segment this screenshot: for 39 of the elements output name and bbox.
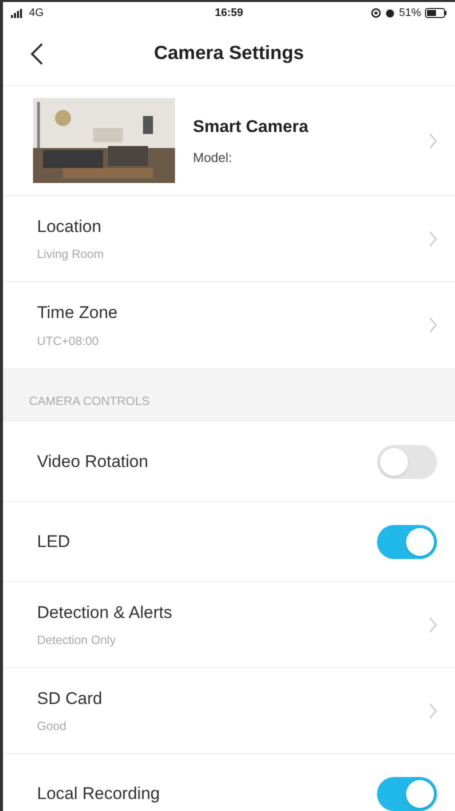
setting-label: Location	[37, 216, 102, 238]
signal-icon	[11, 8, 25, 18]
settings-row[interactable]: Location Living Room	[3, 196, 455, 282]
setting-label: LED	[37, 530, 72, 553]
setting-label: Local Recording	[37, 783, 161, 806]
settings-row[interactable]: Video Rotation	[3, 422, 455, 502]
battery-icon	[424, 8, 447, 18]
chevron-icon	[429, 702, 437, 718]
settings-row[interactable]: LED	[3, 502, 455, 582]
settings-row[interactable]: Detection & Alerts Detection Only	[3, 582, 455, 668]
device-row[interactable]: Smart Camera Model:	[3, 86, 455, 196]
settings-row[interactable]: Local Recording	[3, 754, 455, 811]
model-label: Model:	[193, 148, 234, 166]
clock: 16:59	[214, 6, 244, 21]
chevron-icon	[429, 317, 437, 333]
setting-value: UTC+08:00	[37, 332, 100, 350]
settings-row[interactable]: Time Zone UTC+08:00	[3, 282, 455, 368]
chevron-icon	[429, 230, 437, 246]
chevron-icon	[429, 616, 437, 632]
setting-value: Detection Only	[37, 632, 117, 650]
toggle-switch[interactable]	[377, 444, 437, 478]
settings-row[interactable]: SD Card Good	[3, 668, 455, 754]
setting-value: Living Room	[37, 246, 105, 264]
device-name: Smart Camera	[193, 116, 310, 138]
alarm-icon	[384, 8, 395, 18]
screen-title: Camera Settings	[154, 42, 304, 66]
setting-label: Detection & Alerts	[37, 602, 174, 624]
section-header: CAMERA CONTROLS	[29, 393, 150, 410]
toggle-switch[interactable]	[377, 524, 437, 558]
setting-value: Good	[37, 718, 68, 736]
location-icon	[370, 8, 381, 18]
setting-label: SD Card	[37, 688, 104, 710]
back-icon	[30, 42, 44, 66]
chevron-icon	[429, 132, 437, 148]
setting-label: Time Zone	[37, 302, 119, 324]
network-label: 4G	[29, 6, 44, 21]
battery-label: 51%	[398, 6, 421, 21]
setting-label: Video Rotation	[37, 450, 150, 473]
toggle-switch[interactable]	[377, 777, 437, 811]
